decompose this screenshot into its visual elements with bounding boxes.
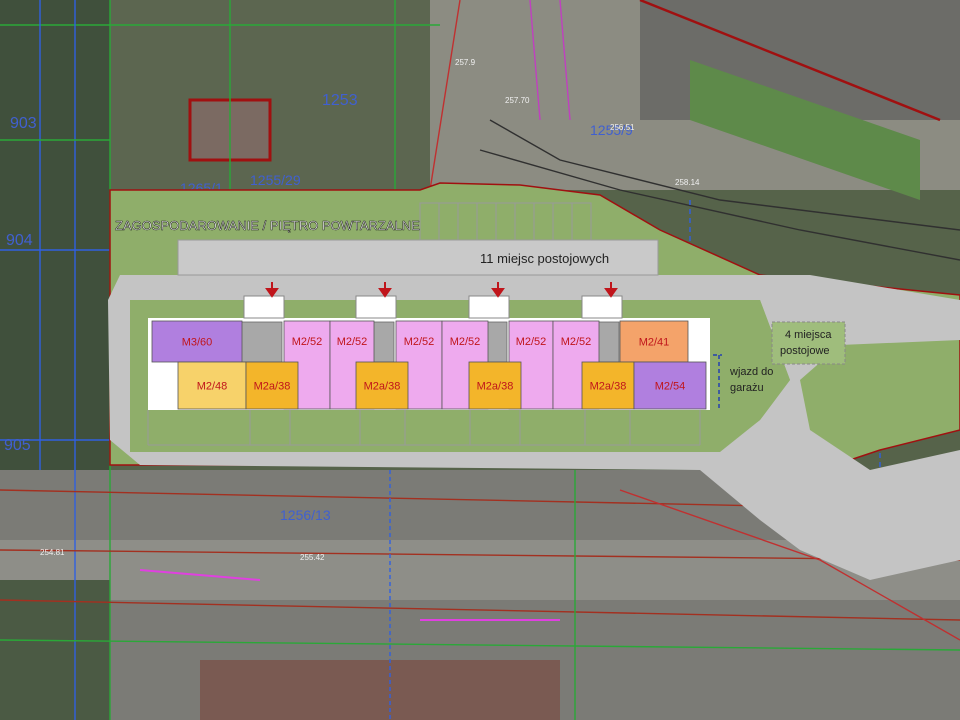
parking-stall [514, 202, 535, 241]
apartment-label: M2a/38 [590, 381, 627, 393]
entrance-porch [468, 295, 510, 319]
apartment-label: M2/52 [561, 336, 592, 348]
apartment-units: M3/60 M2/52 M2/52 M2/52 M2/52 M2/52 M2/52 M2/41… [151, 320, 707, 410]
site-plan-map: 903 904 905 1253 1255/29 1265/1 1255/9 1… [0, 0, 960, 720]
parking-stall [533, 202, 554, 241]
apartment-unit: M2a/38 [355, 361, 409, 410]
apartment-label: M2a/38 [477, 381, 514, 393]
aerial-south-roof [200, 660, 560, 720]
apartment-unit: M3/60 [151, 320, 243, 363]
apartment-label: M2/41 [639, 337, 670, 349]
apartment-label: M2/52 [292, 336, 323, 348]
apartment-unit: M2/41 [619, 320, 689, 363]
east-parking-label-line2: postojowe [780, 345, 830, 357]
survey-label: 1256/13 [280, 507, 331, 523]
survey-label: 903 [10, 115, 37, 132]
survey-label: 1253 [322, 92, 358, 109]
apartment-label: M3/60 [182, 337, 213, 349]
apartment-label: M2/54 [655, 381, 686, 393]
garage-entry-label-line1: wjazd do [729, 366, 773, 378]
north-parking-stalls [419, 202, 592, 241]
east-parking-label-line1: 4 miejsca [785, 329, 832, 341]
apartment-label: M2/48 [197, 381, 228, 393]
apartment-unit: M2a/38 [245, 361, 299, 410]
parking-stall [571, 202, 592, 241]
elevation-label: 255.42 [300, 553, 325, 562]
parking-stall [476, 202, 497, 241]
apartment-label: M2/52 [404, 336, 435, 348]
parking-stall [552, 202, 573, 241]
apartment-unit: M2/48 [177, 361, 247, 410]
elevation-label: 257.70 [505, 96, 530, 105]
elevation-label: 256.51 [610, 123, 635, 132]
apartment-label: M2a/38 [254, 381, 291, 393]
apartment-label: M2/52 [450, 336, 481, 348]
entrance-porch [581, 295, 623, 319]
apartment-unit: M2a/38 [581, 361, 635, 410]
parking-stall [438, 202, 459, 241]
survey-label: 904 [6, 232, 33, 249]
apartment-label: M2/52 [516, 336, 547, 348]
elevation-label: 258.14 [675, 178, 700, 187]
parking-stall [419, 202, 440, 241]
garage-entry-label-line2: garażu [730, 382, 764, 394]
apartment-unit: M2a/38 [468, 361, 522, 410]
survey-label: 1255/29 [250, 172, 301, 188]
apartment-label: M2a/38 [364, 381, 401, 393]
map-title: ZAGOSPODAROWANIE / PIĘTRO POWTARZALNE [115, 218, 420, 233]
apartment-unit: M2/54 [633, 361, 707, 410]
parking-stall [457, 202, 478, 241]
entrance-porch [243, 295, 285, 319]
elevation-label: 257.9 [455, 58, 476, 67]
north-parking-label: 11 miejsc postojowych [480, 251, 609, 266]
parking-stall [495, 202, 516, 241]
elevation-label: 254.81 [40, 548, 65, 557]
survey-label: 905 [4, 437, 31, 454]
entrance-porch [355, 295, 397, 319]
apartment-label: M2/52 [337, 336, 368, 348]
site-plan-svg: 903 904 905 1253 1255/29 1265/1 1255/9 1… [0, 0, 960, 720]
